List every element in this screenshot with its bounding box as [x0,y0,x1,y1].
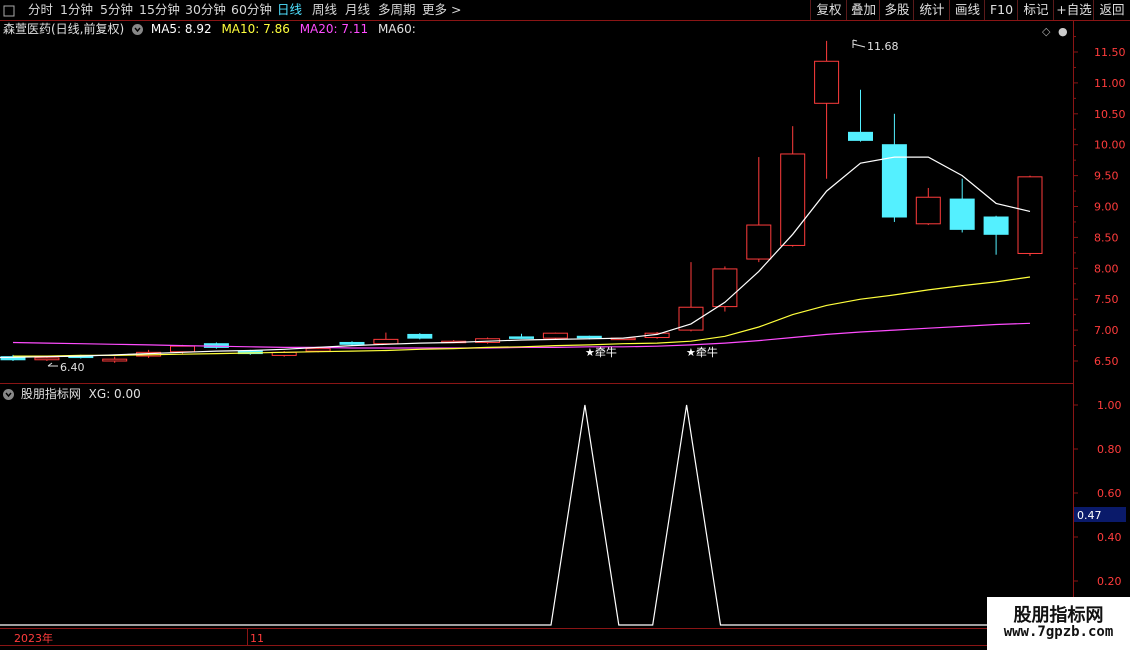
price-tick-label: 7.00 [1094,324,1119,337]
candle-body [237,350,263,355]
price-tick-label: 10.50 [1094,108,1126,121]
period-tab-4[interactable]: 30分钟 [185,0,226,20]
multi-stock-button[interactable]: 多股 [879,0,914,20]
candle-body [203,343,229,348]
draw-button[interactable]: 画线 [949,0,985,20]
main-chart-header: 森萱医药(日线,前复权) MA5: 8.92 MA10: 7.86 MA20: … [3,21,416,37]
indicator-current-box [1074,507,1126,522]
mark-button[interactable]: 标记 [1017,0,1054,20]
candle-body [1017,176,1043,254]
candle-body [915,196,941,225]
signal-label-2: ★牵牛 [686,345,718,359]
price-tick-label: 11.00 [1094,77,1126,90]
period-tab-3[interactable]: 15分钟 [139,0,180,20]
indicator-tick-label: 0.40 [1097,531,1122,544]
candle-body [746,224,772,260]
candle-body [610,337,636,341]
candle-body [339,341,365,345]
price-tick-label: 9.00 [1094,201,1119,214]
candle-body [441,340,467,344]
price-tick-label: 10.00 [1094,139,1126,152]
ma60-label: MA60: [377,22,416,36]
window-icon[interactable] [3,0,17,20]
price-tick-label: 9.50 [1094,170,1119,183]
high-price-label: 11.68 [867,40,899,53]
ma20-line [12,322,1031,349]
indicator-header: 股朋指标网 XG: 0.00 [3,386,141,402]
candle-body [305,348,331,352]
price-tick-label: 6.50 [1094,355,1119,368]
candle-body [542,332,568,339]
overlay-button[interactable]: 叠加 [846,0,880,20]
candle-body [644,332,670,339]
price-tick-label: 11.50 [1094,46,1126,59]
period-tab-9[interactable]: 多周期 [378,0,416,20]
price-tick-label: 7.50 [1094,293,1119,306]
candle-body [678,306,704,331]
more-menu[interactable]: 更多 > [422,0,461,20]
candle-body [509,336,534,339]
top-toolbar: 分时 1分钟 5分钟 15分钟 30分钟 60分钟 日线 周线 月线 多周期 更… [0,0,1130,21]
xg-indicator-line [0,404,1073,626]
f10-button[interactable]: F10 [984,0,1018,20]
period-tab-8[interactable]: 月线 [345,0,370,20]
candle-body [475,338,501,343]
indicator-tick-label: 0.20 [1097,575,1122,588]
candle-body [881,144,907,218]
stats-button[interactable]: 统计 [913,0,950,20]
candle-body [102,358,128,362]
add-favorite-button[interactable]: +自选 [1053,0,1094,20]
candle-body [814,60,840,104]
indicator-settings-icon[interactable] [3,389,14,400]
candle-body [34,357,60,361]
settings-icon[interactable] [132,24,144,35]
scroll-dot-icon[interactable]: ● [1058,25,1068,38]
candle-body [576,335,602,339]
period-tab-5[interactable]: 60分钟 [231,0,272,20]
candle-body [271,351,297,356]
period-tab-0[interactable]: 分时 [28,0,53,20]
stock-title[interactable]: 森萱医药(日线,前复权) [3,22,124,36]
ma10-label: MA10: 7.86 [221,22,290,36]
time-label-month: 11 [250,632,264,645]
stock-chart[interactable]: 11.50 11.00 10.50 10.00 9.50 9.00 8.50 8.00 7.50… [0,0,1130,650]
candle-body [983,216,1009,235]
watermark: 股朋指标网 www.7gpzb.com [987,597,1130,650]
candle-body [0,356,26,361]
back-button[interactable]: 返回 [1093,0,1130,20]
watermark-url: www.7gpzb.com [1003,624,1114,640]
time-label-year: 2023年 [14,631,53,645]
low-price-label: 6.40 [60,361,85,374]
ma20-label: MA20: 7.11 [299,22,369,36]
fuquan-button[interactable]: 复权 [810,0,847,20]
indicator-tick-label: 0.60 [1097,487,1122,500]
indicator-tick-label: 0.80 [1097,443,1122,456]
ma10-line [13,276,1031,357]
price-tick-label: 8.50 [1094,231,1119,244]
candle-body [407,333,433,339]
indicator-tick-label: 1.00 [1097,399,1122,412]
indicator-name[interactable]: 股朋指标网 [21,387,81,401]
price-tick-label: 8.00 [1094,262,1119,275]
candle-body [780,153,806,246]
signal-label-1: ★牵牛 [585,345,617,359]
candle-body [373,338,399,345]
collapse-icon[interactable]: ◇ [1042,25,1051,38]
candle-body [712,268,738,308]
xg-value: XG: 0.00 [88,387,141,401]
candle-body [68,355,94,359]
candle-body [949,198,975,230]
candle-body [136,351,162,357]
period-tab-daily[interactable]: 日线 [277,0,302,20]
high-marker [852,39,866,48]
period-tab-2[interactable]: 5分钟 [100,0,133,20]
low-marker [47,362,58,367]
candle-body [170,345,195,353]
candle-body [848,131,873,141]
period-tab-1[interactable]: 1分钟 [60,0,93,20]
indicator-current-value: 0.47 [1077,509,1102,522]
ma5-line [0,156,1031,359]
period-tab-7[interactable]: 周线 [312,0,337,20]
ma5-label: MA5: 8.92 [150,22,212,36]
